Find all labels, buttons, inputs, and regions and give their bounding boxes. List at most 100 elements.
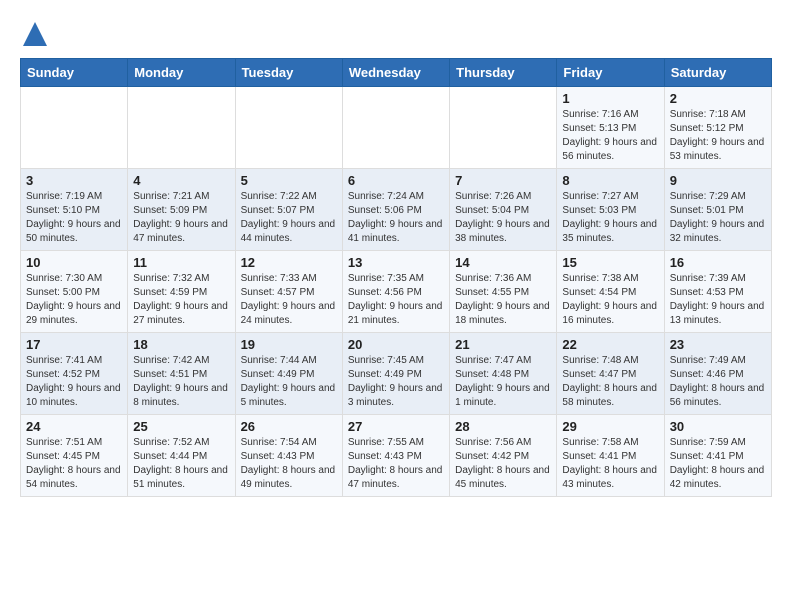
day-info: Sunrise: 7:16 AM Sunset: 5:13 PM Dayligh… <box>562 108 658 164</box>
calendar-cell: 17 Sunrise: 7:41 AM Sunset: 4:52 PM Dayli… <box>21 333 128 415</box>
day-number: 27 <box>348 419 444 434</box>
day-info: Sunrise: 7:18 AM Sunset: 5:12 PM Dayligh… <box>670 108 766 164</box>
weekday-header-saturday: Saturday <box>664 59 771 87</box>
day-info: Sunrise: 7:51 AM Sunset: 4:45 PM Dayligh… <box>26 436 122 492</box>
day-info: Sunrise: 7:59 AM Sunset: 4:41 PM Dayligh… <box>670 436 766 492</box>
weekday-header-monday: Monday <box>128 59 235 87</box>
day-number: 17 <box>26 337 122 352</box>
calendar-cell: 19 Sunrise: 7:44 AM Sunset: 4:49 PM Dayli… <box>235 333 342 415</box>
calendar-cell: 23 Sunrise: 7:49 AM Sunset: 4:46 PM Dayli… <box>664 333 771 415</box>
calendar-cell: 2 Sunrise: 7:18 AM Sunset: 5:12 PM Daylig… <box>664 87 771 169</box>
calendar-table: SundayMondayTuesdayWednesdayThursdayFrid… <box>20 58 772 497</box>
day-number: 8 <box>562 173 658 188</box>
day-number: 26 <box>241 419 337 434</box>
calendar-cell <box>235 87 342 169</box>
day-number: 13 <box>348 255 444 270</box>
calendar-week-1: 1 Sunrise: 7:16 AM Sunset: 5:13 PM Daylig… <box>21 87 772 169</box>
weekday-header-tuesday: Tuesday <box>235 59 342 87</box>
day-info: Sunrise: 7:41 AM Sunset: 4:52 PM Dayligh… <box>26 354 122 410</box>
day-number: 28 <box>455 419 551 434</box>
day-number: 15 <box>562 255 658 270</box>
weekday-header-thursday: Thursday <box>450 59 557 87</box>
calendar-cell: 5Sunrise: 7:22 AM Sunset: 5:07 PM Daylig… <box>235 169 342 251</box>
day-info: Sunrise: 7:48 AM Sunset: 4:47 PM Dayligh… <box>562 354 658 410</box>
day-number: 29 <box>562 419 658 434</box>
day-info: Sunrise: 7:30 AM Sunset: 5:00 PM Dayligh… <box>26 272 122 328</box>
calendar-cell: 8 Sunrise: 7:27 AM Sunset: 5:03 PM Daylig… <box>557 169 664 251</box>
day-number: 23 <box>670 337 766 352</box>
calendar-week-3: 10 Sunrise: 7:30 AM Sunset: 5:00 PM Dayli… <box>21 251 772 333</box>
weekday-header-sunday: Sunday <box>21 59 128 87</box>
day-info: Sunrise: 7:58 AM Sunset: 4:41 PM Dayligh… <box>562 436 658 492</box>
day-number: 16 <box>670 255 766 270</box>
day-info: Sunrise: 7:36 AM Sunset: 4:55 PM Dayligh… <box>455 272 551 328</box>
day-number: 21 <box>455 337 551 352</box>
page: SundayMondayTuesdayWednesdayThursdayFrid… <box>0 0 792 507</box>
day-number: 12 <box>241 255 337 270</box>
day-info: Sunrise: 7:27 AM Sunset: 5:03 PM Dayligh… <box>562 190 658 246</box>
calendar-cell: 15 Sunrise: 7:38 AM Sunset: 4:54 PM Dayli… <box>557 251 664 333</box>
day-number: 22 <box>562 337 658 352</box>
calendar-cell: 9Sunrise: 7:29 AM Sunset: 5:01 PM Daylig… <box>664 169 771 251</box>
day-info: Sunrise: 7:21 AM Sunset: 5:09 PM Dayligh… <box>133 190 229 246</box>
calendar-cell: 20 Sunrise: 7:45 AM Sunset: 4:49 PM Dayli… <box>342 333 449 415</box>
calendar-cell: 27 Sunrise: 7:55 AM Sunset: 4:43 PM Dayli… <box>342 415 449 497</box>
calendar-cell: 21 Sunrise: 7:47 AM Sunset: 4:48 PM Dayli… <box>450 333 557 415</box>
day-info: Sunrise: 7:56 AM Sunset: 4:42 PM Dayligh… <box>455 436 551 492</box>
calendar-cell <box>342 87 449 169</box>
day-number: 5 <box>241 173 337 188</box>
calendar-cell: 26 Sunrise: 7:54 AM Sunset: 4:43 PM Dayli… <box>235 415 342 497</box>
day-info: Sunrise: 7:26 AM Sunset: 5:04 PM Dayligh… <box>455 190 551 246</box>
calendar-cell: 24 Sunrise: 7:51 AM Sunset: 4:45 PM Dayli… <box>21 415 128 497</box>
day-info: Sunrise: 7:24 AM Sunset: 5:06 PM Dayligh… <box>348 190 444 246</box>
day-number: 3 <box>26 173 122 188</box>
day-info: Sunrise: 7:38 AM Sunset: 4:54 PM Dayligh… <box>562 272 658 328</box>
calendar-cell: 10 Sunrise: 7:30 AM Sunset: 5:00 PM Dayli… <box>21 251 128 333</box>
calendar-cell <box>450 87 557 169</box>
logo-icon <box>23 20 47 48</box>
day-number: 19 <box>241 337 337 352</box>
calendar-cell: 18 Sunrise: 7:42 AM Sunset: 4:51 PM Dayli… <box>128 333 235 415</box>
day-info: Sunrise: 7:45 AM Sunset: 4:49 PM Dayligh… <box>348 354 444 410</box>
day-number: 25 <box>133 419 229 434</box>
calendar-cell: 22 Sunrise: 7:48 AM Sunset: 4:47 PM Dayli… <box>557 333 664 415</box>
calendar-cell <box>128 87 235 169</box>
day-info: Sunrise: 7:49 AM Sunset: 4:46 PM Dayligh… <box>670 354 766 410</box>
day-info: Sunrise: 7:32 AM Sunset: 4:59 PM Dayligh… <box>133 272 229 328</box>
logo <box>20 20 47 48</box>
calendar-week-2: 3Sunrise: 7:19 AM Sunset: 5:10 PM Daylig… <box>21 169 772 251</box>
calendar-cell: 14 Sunrise: 7:36 AM Sunset: 4:55 PM Dayli… <box>450 251 557 333</box>
day-number: 7 <box>455 173 551 188</box>
day-number: 30 <box>670 419 766 434</box>
day-number: 6 <box>348 173 444 188</box>
weekday-header-wednesday: Wednesday <box>342 59 449 87</box>
day-number: 10 <box>26 255 122 270</box>
day-info: Sunrise: 7:52 AM Sunset: 4:44 PM Dayligh… <box>133 436 229 492</box>
day-info: Sunrise: 7:42 AM Sunset: 4:51 PM Dayligh… <box>133 354 229 410</box>
day-number: 2 <box>670 91 766 106</box>
day-info: Sunrise: 7:55 AM Sunset: 4:43 PM Dayligh… <box>348 436 444 492</box>
calendar-cell: 16Sunrise: 7:39 AM Sunset: 4:53 PM Dayli… <box>664 251 771 333</box>
calendar-cell: 13 Sunrise: 7:35 AM Sunset: 4:56 PM Dayli… <box>342 251 449 333</box>
day-number: 1 <box>562 91 658 106</box>
day-number: 18 <box>133 337 229 352</box>
calendar-week-4: 17 Sunrise: 7:41 AM Sunset: 4:52 PM Dayli… <box>21 333 772 415</box>
day-number: 20 <box>348 337 444 352</box>
weekday-header-friday: Friday <box>557 59 664 87</box>
calendar-cell: 29 Sunrise: 7:58 AM Sunset: 4:41 PM Dayli… <box>557 415 664 497</box>
day-number: 24 <box>26 419 122 434</box>
calendar-header-row: SundayMondayTuesdayWednesdayThursdayFrid… <box>21 59 772 87</box>
day-info: Sunrise: 7:54 AM Sunset: 4:43 PM Dayligh… <box>241 436 337 492</box>
header <box>20 20 772 48</box>
day-info: Sunrise: 7:44 AM Sunset: 4:49 PM Dayligh… <box>241 354 337 410</box>
calendar-cell <box>21 87 128 169</box>
day-info: Sunrise: 7:35 AM Sunset: 4:56 PM Dayligh… <box>348 272 444 328</box>
day-info: Sunrise: 7:47 AM Sunset: 4:48 PM Dayligh… <box>455 354 551 410</box>
calendar-cell: 1 Sunrise: 7:16 AM Sunset: 5:13 PM Daylig… <box>557 87 664 169</box>
calendar-cell: 25 Sunrise: 7:52 AM Sunset: 4:44 PM Dayli… <box>128 415 235 497</box>
day-info: Sunrise: 7:29 AM Sunset: 5:01 PM Dayligh… <box>670 190 766 246</box>
day-info: Sunrise: 7:33 AM Sunset: 4:57 PM Dayligh… <box>241 272 337 328</box>
calendar-week-5: 24 Sunrise: 7:51 AM Sunset: 4:45 PM Dayli… <box>21 415 772 497</box>
calendar-cell: 4Sunrise: 7:21 AM Sunset: 5:09 PM Daylig… <box>128 169 235 251</box>
day-number: 14 <box>455 255 551 270</box>
